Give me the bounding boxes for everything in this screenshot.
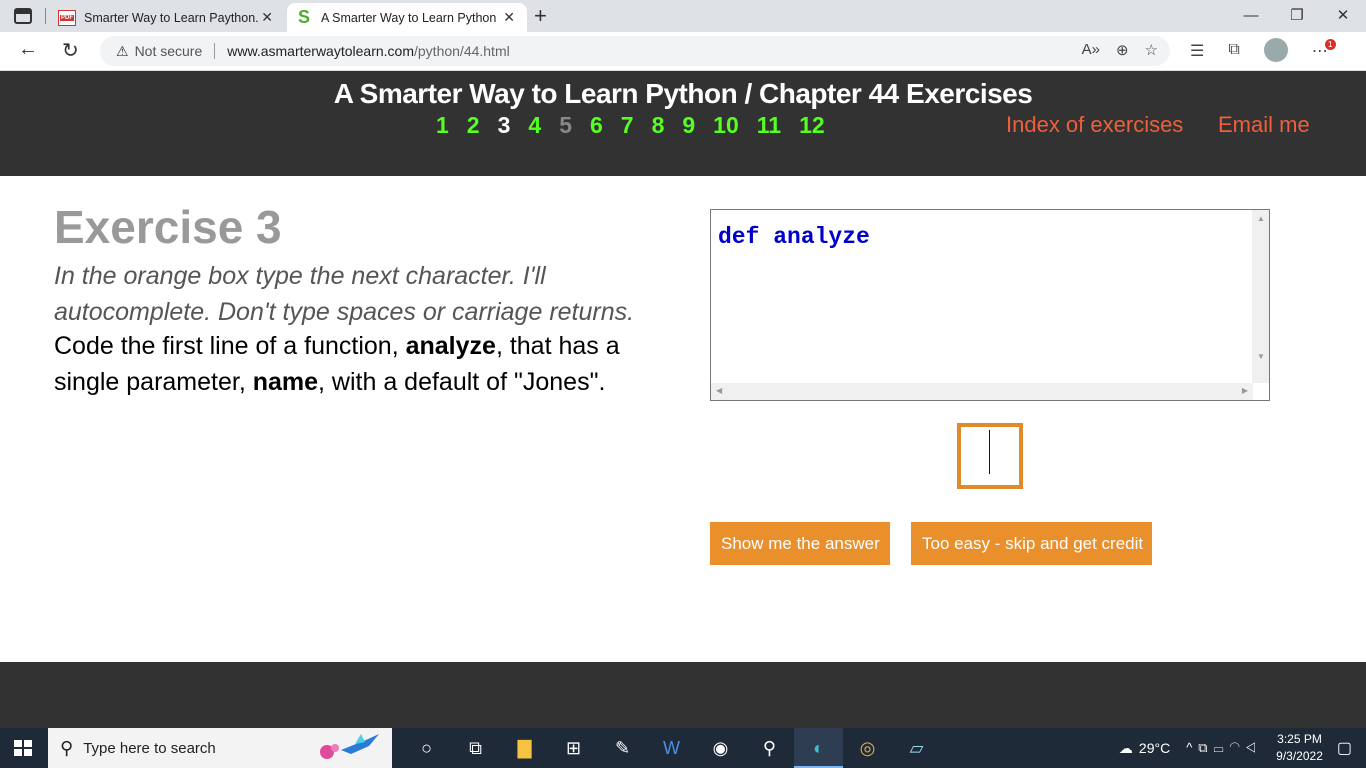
exercise-link-12[interactable]: 12 <box>799 112 825 139</box>
collections-icon[interactable]: ⧉ <box>1228 41 1239 62</box>
scroll-right-icon[interactable]: ▶ <box>1242 386 1248 395</box>
exercise-link-3[interactable]: 3 <box>498 112 511 139</box>
page-title: A Smarter Way to Learn Python / Chapter … <box>333 78 1033 109</box>
windows-start-icon[interactable] <box>14 740 32 756</box>
text-caret <box>989 430 990 474</box>
address-bar-icons: A» ⊕ ☆ <box>1082 41 1158 59</box>
system-tray: ☁ 29°C ^⧉▭◠◁ 3:25 PM 9/3/2022 ▢ <box>1119 728 1366 768</box>
chrome-icon[interactable]: ◎ <box>843 738 892 759</box>
tab-separator <box>45 8 46 24</box>
paint-icon[interactable]: ✎ <box>598 738 647 759</box>
notification-badge: 1 <box>1324 39 1336 50</box>
exercise-nav: 1 2 3 4 5 6 7 8 9 10 11 12 <box>436 112 843 139</box>
search-icon: ⚲ <box>60 737 74 758</box>
address-bar[interactable]: ⚠ Not secure www.asmarterwaytolearn.com/… <box>100 36 1170 66</box>
task-text: Code the first line of a function, analy… <box>54 328 674 400</box>
exercise-link-1[interactable]: 1 <box>436 112 449 139</box>
tray-icons[interactable]: ^⧉▭◠◁ <box>1186 740 1262 756</box>
window-controls: — ❐ ✕ <box>1228 0 1366 32</box>
url-text[interactable]: www.asmarterwaytolearn.com/python/44.htm… <box>227 43 509 59</box>
site-header: A Smarter Way to Learn Python / Chapter … <box>0 71 1366 176</box>
answer-input-caret-area[interactable] <box>961 427 1019 485</box>
instructions-text: In the orange box type the next characte… <box>54 262 635 326</box>
weather-icon[interactable]: ☁ <box>1119 740 1133 757</box>
tab-title: Smarter Way to Learn Paython.pc <box>84 10 259 25</box>
more-options-icon[interactable]: ⋯ 1 <box>1312 39 1336 62</box>
taskbar-apps: ○ ⧉ ▇ ⊞ ✎ W ◉ ⚲ ◐ ◎ ▱ <box>402 728 941 768</box>
code-display-box: def analyze ▲ ▼ ◀ ▶ <box>710 209 1270 401</box>
close-icon[interactable]: ✕ <box>261 9 273 26</box>
browser-tab-strip: Smarter Way to Learn Paython.pc ✕ S A Sm… <box>0 0 1366 32</box>
browser-tab-pdf[interactable]: Smarter Way to Learn Paython.pc ✕ <box>50 3 285 32</box>
task-part: , with a default of "Jones". <box>318 368 606 396</box>
store-icon[interactable]: ⊞ <box>549 738 598 759</box>
vertical-scrollbar[interactable]: ▲ ▼ <box>1252 210 1269 383</box>
s-logo-icon: S <box>297 7 310 27</box>
exercise-heading: Exercise 3 <box>54 201 282 253</box>
file-explorer-icon[interactable]: ▇ <box>500 738 549 759</box>
toolbar-icons: ☰ ⧉ ⋯ 1 <box>1190 38 1336 62</box>
magnifier-icon[interactable]: ⚲ <box>745 738 794 759</box>
exercise-link-8[interactable]: 8 <box>652 112 665 139</box>
tab-title: A Smarter Way to Learn Python - <box>321 10 496 25</box>
tab-actions-icon[interactable] <box>14 8 32 24</box>
notifications-icon[interactable]: ▢ <box>1337 738 1352 758</box>
time: 3:25 PM <box>1277 732 1322 746</box>
security-status[interactable]: Not secure <box>135 43 203 59</box>
site-footer <box>0 662 1366 728</box>
search-placeholder[interactable]: Type here to search <box>83 740 216 757</box>
task-part: Code the first line of a function, <box>54 332 406 360</box>
taskbar-search-box[interactable]: ⚲ Type here to search <box>48 728 392 768</box>
exercise-link-9[interactable]: 9 <box>682 112 695 139</box>
exercise-link-5[interactable]: 5 <box>559 112 572 139</box>
index-of-exercises-link[interactable]: Index of exercises <box>1006 112 1183 138</box>
zoom-icon[interactable]: ⊕ <box>1116 41 1129 59</box>
windows-taskbar: ⚲ Type here to search ○ ⧉ ▇ ⊞ ✎ W ◉ ⚲ ◐ … <box>0 728 1366 768</box>
back-icon[interactable]: ← <box>18 38 38 61</box>
date: 9/3/2022 <box>1276 749 1323 763</box>
cortana-icon[interactable]: ○ <box>402 738 451 759</box>
restore-icon[interactable]: ❐ <box>1274 0 1320 32</box>
edge-icon[interactable]: ◐ <box>794 728 843 768</box>
exercise-link-10[interactable]: 10 <box>713 112 739 139</box>
word-icon[interactable]: W <box>647 738 696 759</box>
scroll-left-icon[interactable]: ◀ <box>716 386 722 395</box>
scroll-down-icon[interactable]: ▼ <box>1257 352 1265 361</box>
add-favorite-icon[interactable]: ☆ <box>1145 41 1158 59</box>
close-icon[interactable]: ✕ <box>503 9 515 26</box>
pdf-icon <box>58 9 76 26</box>
read-aloud-icon[interactable]: A» <box>1082 41 1100 59</box>
task-view-icon[interactable]: ⧉ <box>451 738 500 759</box>
function-name: analyze <box>405 332 496 360</box>
exercise-link-4[interactable]: 4 <box>528 112 541 139</box>
hummingbird-illustration-icon <box>320 734 379 759</box>
divider <box>214 43 216 59</box>
url-host: www.asmarterwaytolearn.com <box>227 43 414 59</box>
email-me-link[interactable]: Email me <box>1218 112 1310 138</box>
browser-tab-active[interactable]: S A Smarter Way to Learn Python - ✕ <box>287 3 527 32</box>
warning-icon[interactable]: ⚠ <box>116 43 129 60</box>
browser-toolbar: ← ↻ ⚠ Not secure www.asmarterwaytolearn.… <box>0 32 1366 71</box>
favorites-icon[interactable]: ☰ <box>1190 41 1204 62</box>
refresh-icon[interactable]: ↻ <box>62 38 79 63</box>
notepad-icon[interactable]: ▱ <box>892 738 941 759</box>
minimize-icon[interactable]: — <box>1228 0 1274 32</box>
exercise-link-2[interactable]: 2 <box>467 112 480 139</box>
exercise-link-6[interactable]: 6 <box>590 112 603 139</box>
temperature[interactable]: 29°C <box>1139 740 1170 756</box>
new-tab-icon[interactable]: + <box>534 3 547 29</box>
code-text: def analyze <box>718 224 870 250</box>
clock[interactable]: 3:25 PM 9/3/2022 <box>1276 731 1323 765</box>
horizontal-scrollbar[interactable]: ◀ ▶ <box>711 383 1253 400</box>
parameter-name: name <box>252 368 319 396</box>
scroll-up-icon[interactable]: ▲ <box>1257 214 1265 223</box>
close-window-icon[interactable]: ✕ <box>1320 0 1366 32</box>
exercise-link-11[interactable]: 11 <box>757 112 781 139</box>
profile-avatar[interactable] <box>1263 38 1288 62</box>
app-icon[interactable]: ◉ <box>696 738 745 759</box>
exercise-link-7[interactable]: 7 <box>621 112 634 139</box>
skip-button[interactable]: Too easy - skip and get credit <box>911 522 1152 565</box>
url-path: /python/44.html <box>414 43 510 59</box>
show-answer-button[interactable]: Show me the answer <box>710 522 890 565</box>
